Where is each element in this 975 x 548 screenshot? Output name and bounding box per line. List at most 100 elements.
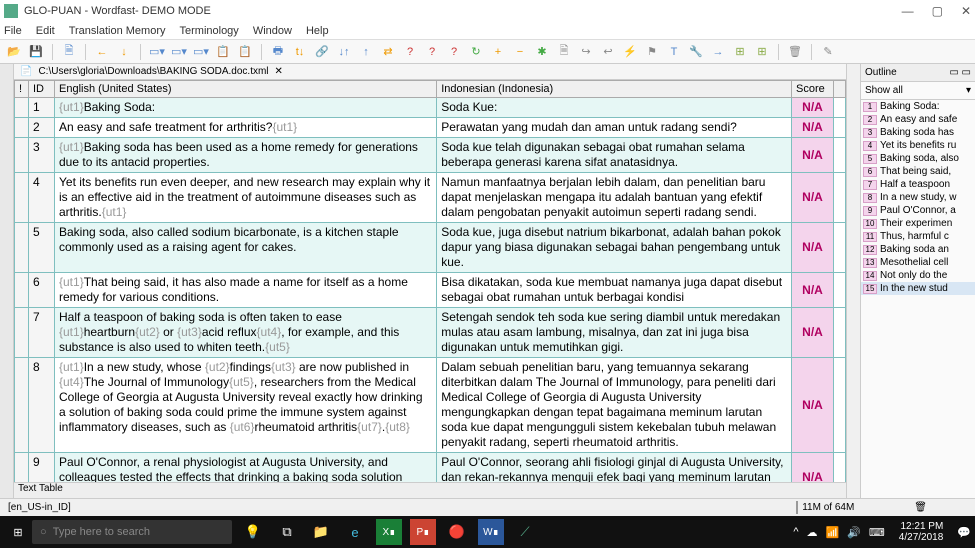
doc-icon[interactable]: 🗎: [61, 44, 77, 60]
table-row[interactable]: 3{ut1}Baking soda has been used as a hom…: [15, 138, 846, 173]
up-icon[interactable]: ↓↑: [336, 44, 352, 60]
grid-icon[interactable]: ⊞: [732, 44, 748, 60]
tray-lang-icon[interactable]: ⌨: [869, 526, 885, 539]
start-button[interactable]: ⊞: [4, 518, 32, 546]
scrollbar-center[interactable]: [846, 64, 860, 498]
q3-icon[interactable]: ?: [446, 44, 462, 60]
outline-item[interactable]: 3Baking soda has: [861, 126, 975, 139]
word-icon[interactable]: W∎: [478, 519, 504, 545]
outline-item[interactable]: 13Mesothelial cell: [861, 256, 975, 269]
outline-showall[interactable]: Show all▾: [861, 82, 975, 100]
tray-cloud-icon[interactable]: ☁: [807, 526, 818, 539]
nav2-icon[interactable]: ↩: [600, 44, 616, 60]
star-icon[interactable]: ✱: [534, 44, 550, 60]
tray-notif-icon[interactable]: 💬: [957, 526, 971, 539]
grid2-icon[interactable]: ⊞: [754, 44, 770, 60]
titlebar: GLO-PUAN - Wordfast- DEMO MODE — ▢ ✕: [0, 0, 975, 22]
nav1-icon[interactable]: ↪: [578, 44, 594, 60]
col-target[interactable]: Indonesian (Indonesia): [437, 81, 792, 98]
doc2-icon[interactable]: 🗎: [556, 44, 572, 60]
table-row[interactable]: 8{ut1}In a new study, whose {ut2}finding…: [15, 358, 846, 453]
outline-item[interactable]: 11Thus, harmful c: [861, 230, 975, 243]
outline-item[interactable]: 1Baking Soda:: [861, 100, 975, 113]
clip2-icon[interactable]: 📋: [237, 44, 253, 60]
taskview-icon[interactable]: ⧉: [274, 519, 300, 545]
maximize-button[interactable]: ▢: [932, 4, 943, 18]
menu-help[interactable]: Help: [306, 25, 329, 37]
edit-icon[interactable]: ✎: [820, 44, 836, 60]
bottom-tabs[interactable]: Text Table: [14, 482, 846, 498]
paste3-icon[interactable]: ▭▾: [193, 44, 209, 60]
outline-item[interactable]: 8In a new study, w: [861, 191, 975, 204]
paste2-icon[interactable]: ▭▾: [171, 44, 187, 60]
flag-icon[interactable]: ⚑: [644, 44, 660, 60]
ppt-icon[interactable]: P∎: [410, 519, 436, 545]
q-icon[interactable]: ?: [402, 44, 418, 60]
paste-icon[interactable]: ▭▾: [149, 44, 165, 60]
bolt-icon[interactable]: ⚡: [622, 44, 638, 60]
col-id[interactable]: ID: [29, 81, 55, 98]
refresh-icon[interactable]: ↻: [468, 44, 484, 60]
search-icon[interactable]: t↓: [292, 44, 308, 60]
save-icon[interactable]: 💾: [28, 44, 44, 60]
translation-grid[interactable]: ! ID English (United States) Indonesian …: [14, 80, 846, 482]
q2-icon[interactable]: ?: [424, 44, 440, 60]
minimize-button[interactable]: —: [902, 4, 914, 18]
tray-wifi-icon[interactable]: 📶: [826, 526, 840, 539]
menu-file[interactable]: File: [4, 25, 22, 37]
trash-icon[interactable]: 🗑: [787, 44, 803, 60]
taskbar-search[interactable]: ○ Type here to search: [32, 520, 232, 544]
table-row[interactable]: 9Paul O'Connor, a renal physiologist at …: [15, 453, 846, 483]
col-source[interactable]: English (United States): [55, 81, 437, 98]
toolbar: 📂 💾 🗎 ← ↓ ▭▾ ▭▾ ▭▾ 📋 📋 🖶 t↓ 🔗 ↓↑ ↑ ⇄ ? ?…: [0, 40, 975, 64]
table-row[interactable]: 1{ut1}Baking Soda:Soda Kue:N/A: [15, 98, 846, 118]
minus-icon[interactable]: −: [512, 44, 528, 60]
outline-item[interactable]: 5Baking soda, also: [861, 152, 975, 165]
outline-item[interactable]: 6That being said,: [861, 165, 975, 178]
menu-tm[interactable]: Translation Memory: [69, 25, 166, 37]
excel-icon[interactable]: X∎: [376, 519, 402, 545]
wordfast-icon[interactable]: ⟋: [512, 519, 538, 545]
open-icon[interactable]: 📂: [6, 44, 22, 60]
tool-icon[interactable]: 🔧: [688, 44, 704, 60]
explorer-icon[interactable]: 📁: [308, 519, 334, 545]
outline-item[interactable]: 7Half a teaspoon: [861, 178, 975, 191]
chrome-icon[interactable]: 🔴: [444, 519, 470, 545]
table-row[interactable]: 6{ut1}That being said, it has also made …: [15, 273, 846, 308]
x-icon[interactable]: ⇄: [380, 44, 396, 60]
outline-item[interactable]: 14Not only do the: [861, 269, 975, 282]
tray-up-icon[interactable]: ^: [793, 526, 798, 538]
menu-terminology[interactable]: Terminology: [180, 25, 239, 37]
taskbar: ⊞ ○ Type here to search 💡 ⧉ 📁 e X∎ P∎ 🔴 …: [0, 516, 975, 548]
close-button[interactable]: ✕: [961, 4, 971, 18]
outline-item[interactable]: 12Baking soda an: [861, 243, 975, 256]
outline-item[interactable]: 10Their experimen: [861, 217, 975, 230]
menu-window[interactable]: Window: [253, 25, 292, 37]
arrow-down-icon[interactable]: ↓: [116, 44, 132, 60]
plus-icon[interactable]: +: [490, 44, 506, 60]
edge-icon[interactable]: e: [342, 519, 368, 545]
print-icon[interactable]: 🖶: [270, 44, 286, 60]
table-row[interactable]: 4Yet its benefits run even deeper, and n…: [15, 173, 846, 223]
table-row[interactable]: 7Half a teaspoon of baking soda is often…: [15, 308, 846, 358]
trash-icon[interactable]: 🗑: [914, 502, 927, 513]
arrow-icon[interactable]: →: [710, 44, 726, 60]
link-icon[interactable]: 🔗: [314, 44, 330, 60]
outline-item[interactable]: 4Yet its benefits ru: [861, 139, 975, 152]
tray-clock[interactable]: 12:21 PM4/27/2018: [893, 521, 950, 543]
cortana-icon[interactable]: 💡: [240, 519, 266, 545]
arrow-left-icon[interactable]: ←: [94, 44, 110, 60]
outline-item[interactable]: 2An easy and safe: [861, 113, 975, 126]
dn-icon[interactable]: ↑: [358, 44, 374, 60]
col-flag[interactable]: !: [15, 81, 29, 98]
clip-icon[interactable]: 📋: [215, 44, 231, 60]
table-row[interactable]: 2An easy and safe treatment for arthriti…: [15, 118, 846, 138]
menu-edit[interactable]: Edit: [36, 25, 55, 37]
outline-item[interactable]: 15In the new stud: [861, 282, 975, 295]
tray-volume-icon[interactable]: 🔊: [847, 526, 861, 539]
outline-item[interactable]: 9Paul O'Connor, a: [861, 204, 975, 217]
t-icon[interactable]: T: [666, 44, 682, 60]
table-row[interactable]: 5Baking soda, also called sodium bicarbo…: [15, 223, 846, 273]
col-score[interactable]: Score: [792, 81, 834, 98]
document-path: 📄 C:\Users\gloria\Downloads\BAKING SODA.…: [14, 64, 846, 80]
